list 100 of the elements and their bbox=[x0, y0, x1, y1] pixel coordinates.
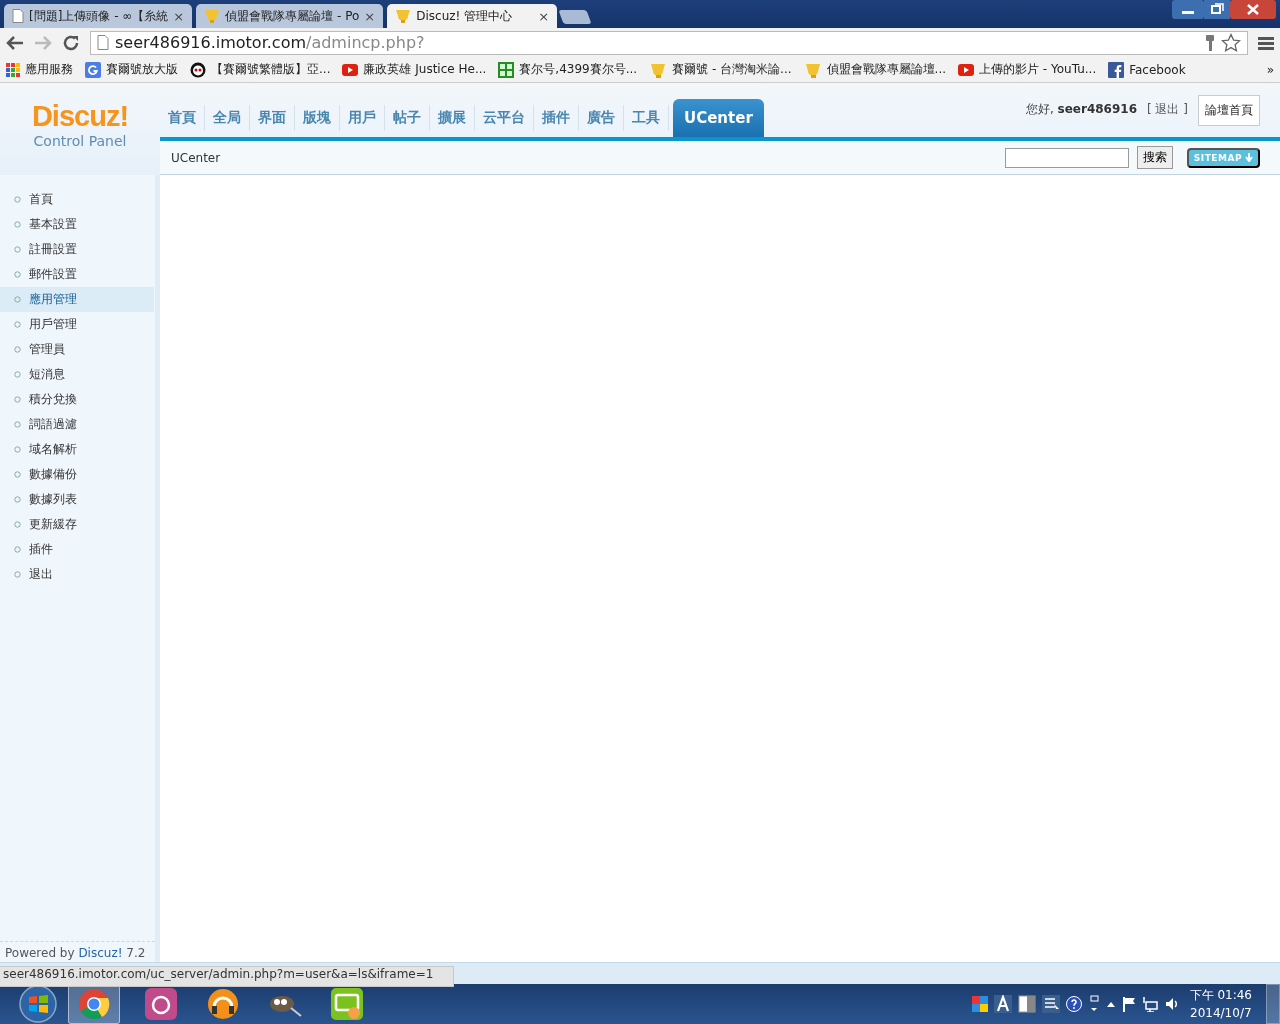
sidebar-item[interactable]: 域名解析 bbox=[0, 437, 154, 462]
restore-icon[interactable] bbox=[1204, 0, 1230, 19]
bookmark[interactable]: 賽尔号,4399賽尔号... bbox=[498, 61, 638, 78]
sidebar-item[interactable]: 更新緩存 bbox=[0, 512, 154, 537]
close-icon[interactable]: × bbox=[364, 8, 376, 24]
sidebar-item[interactable]: 詞語過濾 bbox=[0, 412, 154, 437]
bookmark[interactable]: Facebook bbox=[1108, 61, 1186, 78]
g-letter-icon[interactable] bbox=[85, 61, 101, 78]
discuz-link[interactable]: Discuz! bbox=[78, 946, 123, 960]
more-bookmarks-button[interactable]: » bbox=[1266, 62, 1274, 77]
circle-bullet-icon bbox=[14, 346, 21, 353]
search-field[interactable] bbox=[1004, 147, 1129, 168]
video-app-icon[interactable] bbox=[331, 988, 363, 1020]
circle-bullet-icon bbox=[14, 221, 21, 228]
bookmark[interactable]: 上傳的影片 - YouTu... bbox=[958, 61, 1097, 78]
nav-tab[interactable]: 帖子 bbox=[385, 105, 430, 132]
breadcrumb: UCenter bbox=[171, 150, 222, 165]
headphones-app-icon[interactable] bbox=[207, 988, 239, 1020]
search-button[interactable]: 搜索 bbox=[1136, 146, 1173, 170]
nav-tab[interactable]: 工具 bbox=[624, 105, 669, 132]
sidebar-item[interactable]: 應用管理 bbox=[0, 287, 154, 312]
clock-date[interactable]: 2014/10/7 bbox=[1190, 1004, 1252, 1022]
key-icon[interactable] bbox=[1205, 33, 1215, 52]
close-icon[interactable]: × bbox=[173, 8, 185, 24]
circle-bullet-icon bbox=[14, 321, 21, 328]
bookmark[interactable]: 應用服務 bbox=[6, 61, 73, 78]
clock-time[interactable]: 下午 01:46 bbox=[1189, 986, 1252, 1004]
f-letter-icon[interactable] bbox=[1108, 61, 1125, 78]
circle-bullet-icon bbox=[14, 446, 21, 453]
trophy-icon bbox=[204, 9, 221, 23]
nav-tab[interactable]: 用戶 bbox=[340, 105, 385, 132]
circle-bullet-icon bbox=[14, 196, 21, 203]
half-square-icon[interactable] bbox=[1017, 995, 1036, 1013]
close-icon[interactable]: × bbox=[538, 8, 550, 24]
circle-bullet-icon bbox=[14, 396, 21, 403]
sidebar-item[interactable]: 註冊設置 bbox=[0, 237, 154, 262]
close-icon[interactable] bbox=[1230, 0, 1276, 19]
network-icon[interactable] bbox=[1141, 996, 1158, 1012]
reload-icon[interactable] bbox=[62, 33, 80, 52]
nav-tab[interactable]: 全局 bbox=[205, 105, 250, 132]
minimize-icon[interactable] bbox=[1172, 0, 1204, 19]
page-icon bbox=[12, 9, 24, 23]
flag-icon[interactable] bbox=[1121, 996, 1136, 1012]
circle-bullet-icon bbox=[14, 546, 21, 553]
sidebar-item[interactable]: 用戶管理 bbox=[0, 312, 154, 337]
document-cursor-icon[interactable] bbox=[1041, 995, 1060, 1013]
sidebar-item[interactable]: 首頁 bbox=[0, 187, 154, 212]
input-method-icon[interactable] bbox=[971, 996, 988, 1012]
circle-bullet-icon bbox=[14, 421, 21, 428]
url-path: /admincp.php? bbox=[306, 33, 425, 52]
play-button-icon[interactable] bbox=[342, 63, 359, 76]
page-icon bbox=[97, 35, 109, 50]
grid-icon[interactable] bbox=[498, 61, 515, 78]
chrome-logo-icon[interactable] bbox=[78, 988, 110, 1020]
bookmark[interactable]: 賽爾號放大版 bbox=[85, 61, 178, 78]
sidebar-item[interactable]: 郵件設置 bbox=[0, 262, 154, 287]
nav-tab[interactable]: 首頁 bbox=[160, 105, 205, 132]
sidebar-item[interactable]: 數據列表 bbox=[0, 487, 154, 512]
bookmark[interactable]: 賽爾號 - 台灣淘米論... bbox=[649, 61, 792, 78]
play-button-icon[interactable] bbox=[958, 63, 974, 76]
new-tab-button[interactable] bbox=[558, 10, 592, 24]
forum-home-button[interactable]: 論壇首頁 bbox=[1198, 95, 1260, 126]
nav-tab[interactable]: 擴展 bbox=[430, 105, 475, 132]
help-icon[interactable] bbox=[1065, 996, 1082, 1012]
sidebar-item[interactable]: 退出 bbox=[0, 562, 154, 587]
nav-tab[interactable]: 云平台 bbox=[475, 105, 534, 132]
menu-icon[interactable] bbox=[1258, 35, 1274, 50]
nav-tab[interactable]: 廣告 bbox=[579, 105, 624, 132]
panda-face-icon[interactable] bbox=[190, 61, 206, 78]
browser-tab[interactable]: Discuz! 管理中心 × bbox=[387, 4, 558, 28]
address-bar[interactable]: seer486916.imotor.com/admincp.php? bbox=[90, 30, 1248, 55]
nav-tab[interactable]: 界面 bbox=[250, 105, 295, 132]
speaker-icon[interactable] bbox=[1163, 996, 1180, 1012]
sidebar-item[interactable]: 短消息 bbox=[0, 362, 154, 387]
font-a-icon[interactable] bbox=[993, 995, 1012, 1013]
up-caret-icon[interactable] bbox=[1105, 1000, 1116, 1008]
greeting: 您好, seer486916 bbox=[1025, 101, 1137, 118]
sidebar-item[interactable]: 積分兌換 bbox=[0, 387, 154, 412]
bookmark[interactable]: 廉政英雄 Justice He... bbox=[342, 61, 487, 78]
nav-tab[interactable]: 插件 bbox=[534, 105, 579, 132]
sidebar-item[interactable]: 管理員 bbox=[0, 337, 154, 362]
url-host: seer486916.imotor.com bbox=[115, 33, 306, 52]
logout-link[interactable]: [ 退出 ] bbox=[1147, 101, 1188, 118]
nav-tab[interactable]: 版塊 bbox=[295, 105, 340, 132]
back-arrow-icon[interactable] bbox=[6, 34, 24, 51]
star-icon[interactable] bbox=[1221, 32, 1241, 53]
sidebar-item[interactable]: 數據備份 bbox=[0, 462, 154, 487]
bookmark[interactable]: 【賽爾號繁體版】亞... bbox=[190, 61, 331, 78]
nav-tab[interactable]: UCenter bbox=[673, 99, 764, 138]
sidebar-item[interactable]: 基本設置 bbox=[0, 212, 154, 237]
browser-tab[interactable]: [問題]上傳頭像 - ∞【糸統 × bbox=[4, 4, 193, 28]
logo-subtitle: Control Panel bbox=[33, 133, 127, 149]
circle-bullet-icon bbox=[14, 471, 21, 478]
circle-bullet-icon bbox=[14, 496, 21, 503]
apps-grid-icon[interactable] bbox=[6, 62, 20, 77]
sidebar-item[interactable]: 插件 bbox=[0, 537, 154, 562]
window-switch-icon[interactable] bbox=[1087, 995, 1100, 1013]
bookmark[interactable]: 偵盟會戰隊專屬論壇... bbox=[803, 61, 946, 78]
browser-tab[interactable]: 偵盟會戰隊專屬論壇 - Po × bbox=[196, 4, 384, 28]
start-button-icon[interactable] bbox=[18, 985, 58, 1023]
